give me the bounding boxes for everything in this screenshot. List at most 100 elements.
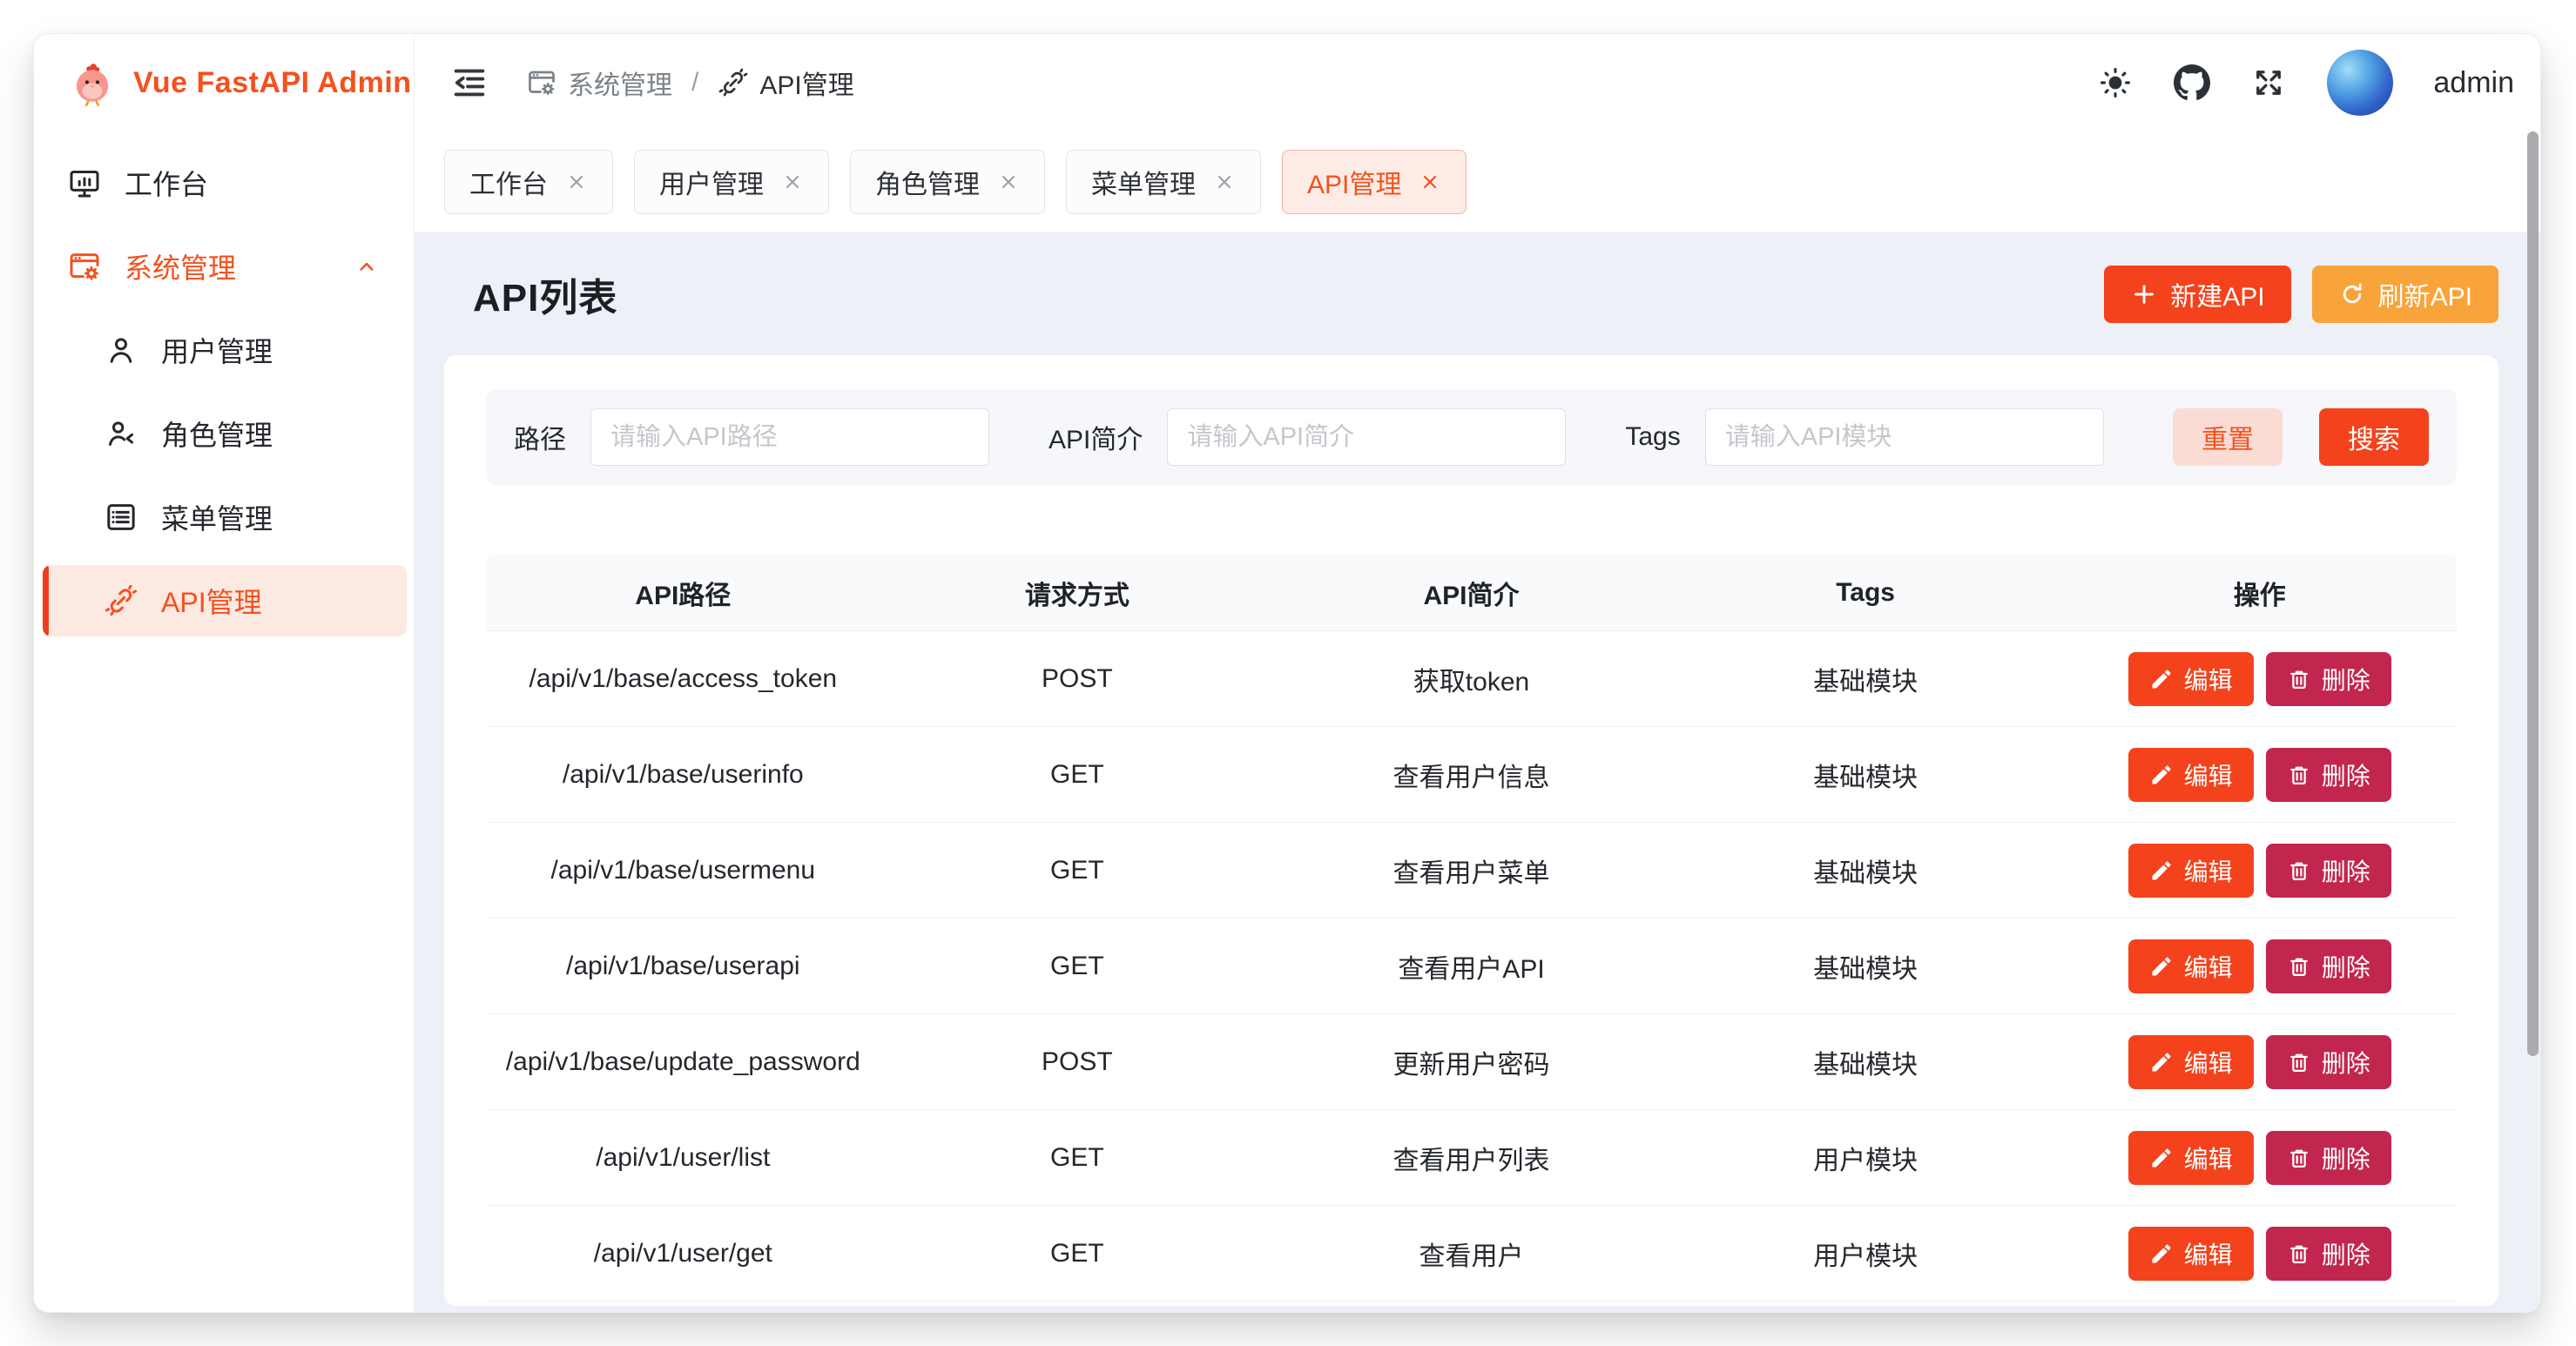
fullscreen-icon[interactable] — [2250, 64, 2287, 101]
logo-text: Vue FastAPI Admin — [133, 66, 412, 100]
pencil-icon — [2149, 1242, 2174, 1266]
trash-icon — [2287, 858, 2311, 883]
close-icon[interactable] — [1213, 171, 1236, 193]
cell-actions: 编辑 删除 — [2062, 748, 2457, 802]
pencil-icon — [2149, 954, 2174, 979]
tags-label: Tags — [1625, 422, 1680, 452]
tags-input[interactable] — [1705, 408, 2104, 466]
tab-menus[interactable]: 菜单管理 — [1066, 150, 1261, 214]
pencil-icon — [2149, 763, 2174, 787]
cell-path: /api/v1/base/userinfo — [486, 760, 880, 790]
cell-summary: 查看用户信息 — [1274, 756, 1669, 794]
cell-summary: 查看用户 — [1274, 1235, 1669, 1273]
sidebar-item-roles[interactable]: 角色管理 — [43, 398, 407, 469]
cell-actions: 编辑 删除 — [2062, 1035, 2457, 1089]
refresh-api-button[interactable]: 刷新API — [2312, 266, 2498, 323]
breadcrumb: 系统管理 / API管理 — [526, 64, 854, 102]
delete-button[interactable]: 删除 — [2266, 1035, 2391, 1089]
refresh-icon — [2338, 280, 2366, 308]
breadcrumb-item-system[interactable]: 系统管理 — [526, 64, 672, 102]
edit-button[interactable]: 编辑 — [2128, 1035, 2254, 1089]
app-window: Vue FastAPI Admin 工作台 系统管理 用户管理 角色管理 — [33, 33, 2541, 1313]
delete-button[interactable]: 删除 — [2266, 1131, 2391, 1185]
path-input[interactable] — [590, 408, 989, 466]
main-area: 系统管理 / API管理 admin 工作台 — [415, 34, 2540, 1312]
path-label: 路径 — [514, 418, 566, 456]
tab-users[interactable]: 用户管理 — [634, 150, 829, 214]
reset-button[interactable]: 重置 — [2173, 408, 2283, 466]
cell-path: /api/v1/user/get — [486, 1239, 880, 1269]
cell-summary: 更新用户密码 — [1274, 1043, 1669, 1081]
trash-icon — [2287, 1050, 2311, 1074]
user-icon — [104, 333, 138, 367]
api-plug-icon — [718, 67, 749, 98]
pencil-icon — [2149, 858, 2174, 883]
logo[interactable]: Vue FastAPI Admin — [34, 34, 414, 131]
table-row: /api/v1/user/list GET 查看用户列表 用户模块 编辑 删除 — [486, 1110, 2457, 1206]
topbar-actions: admin — [2097, 50, 2514, 116]
topbar: 系统管理 / API管理 admin — [415, 34, 2540, 131]
trash-icon — [2287, 763, 2311, 787]
create-api-button[interactable]: 新建API — [2104, 266, 2290, 323]
scrollbar[interactable] — [2527, 131, 2539, 1056]
cell-summary: 查看用户API — [1274, 947, 1669, 986]
cell-method: POST — [880, 664, 1275, 694]
cell-actions: 编辑 删除 — [2062, 1227, 2457, 1281]
sidebar-item-api[interactable]: API管理 — [43, 565, 407, 636]
edit-button[interactable]: 编辑 — [2128, 939, 2254, 993]
delete-button[interactable]: 删除 — [2266, 748, 2391, 802]
cell-tags: 基础模块 — [1669, 947, 2063, 986]
summary-label: API简介 — [1049, 418, 1143, 456]
delete-button[interactable]: 删除 — [2266, 652, 2391, 706]
monitor-icon — [67, 165, 102, 200]
page-actions: 新建API 刷新API — [2104, 266, 2498, 323]
tab-workbench[interactable]: 工作台 — [444, 150, 613, 214]
collapse-sidebar-icon[interactable] — [449, 63, 489, 103]
edit-button[interactable]: 编辑 — [2128, 844, 2254, 898]
cell-method: GET — [880, 952, 1275, 981]
edit-button[interactable]: 编辑 — [2128, 748, 2254, 802]
sidebar-item-label: 系统管理 — [125, 246, 236, 286]
filter-summary: API简介 — [1049, 408, 1566, 466]
close-icon[interactable] — [781, 171, 804, 193]
sidebar-item-users[interactable]: 用户管理 — [43, 314, 407, 386]
close-icon[interactable] — [997, 171, 1020, 193]
username[interactable]: admin — [2433, 66, 2514, 100]
sidebar-item-menus[interactable]: 菜单管理 — [43, 481, 407, 553]
cell-summary: 查看用户列表 — [1274, 1139, 1669, 1177]
filter-tags: Tags — [1625, 408, 2103, 466]
sidebar-item-label: 角色管理 — [161, 414, 273, 454]
filter-path: 路径 — [514, 408, 989, 466]
delete-button[interactable]: 删除 — [2266, 939, 2391, 993]
pencil-icon — [2149, 1146, 2174, 1170]
delete-button[interactable]: 删除 — [2266, 844, 2391, 898]
tab-roles[interactable]: 角色管理 — [850, 150, 1045, 214]
sidebar-item-label: 菜单管理 — [161, 497, 273, 537]
search-button[interactable]: 搜索 — [2319, 408, 2429, 466]
breadcrumb-item-api[interactable]: API管理 — [718, 64, 853, 102]
edit-button[interactable]: 编辑 — [2128, 1227, 2254, 1281]
close-icon[interactable] — [565, 171, 588, 193]
avatar[interactable] — [2327, 50, 2393, 116]
table-row: /api/v1/base/userinfo GET 查看用户信息 基础模块 编辑 — [486, 727, 2457, 823]
cell-path: /api/v1/base/access_token — [486, 664, 880, 694]
cell-path: /api/v1/base/update_password — [486, 1047, 880, 1077]
table-row: /api/v1/base/update_password POST 更新用户密码… — [486, 1014, 2457, 1110]
api-table: API路径 请求方式 API简介 Tags 操作 /api/v1/base/ac… — [486, 555, 2457, 1302]
table-row: /api/v1/base/userapi GET 查看用户API 基础模块 编辑 — [486, 919, 2457, 1014]
page-header: API列表 新建API 刷新API — [444, 233, 2498, 355]
cell-actions: 编辑 删除 — [2062, 939, 2457, 993]
plus-icon — [2130, 280, 2158, 308]
edit-button[interactable]: 编辑 — [2128, 652, 2254, 706]
trash-icon — [2287, 954, 2311, 979]
sidebar-item-workbench[interactable]: 工作台 — [43, 147, 407, 219]
close-icon[interactable] — [1419, 171, 1441, 193]
edit-button[interactable]: 编辑 — [2128, 1131, 2254, 1185]
theme-sun-icon[interactable] — [2097, 64, 2134, 101]
summary-input[interactable] — [1167, 408, 1566, 466]
sidebar-item-system[interactable]: 系统管理 — [43, 231, 407, 302]
github-icon[interactable] — [2174, 64, 2210, 101]
delete-button[interactable]: 删除 — [2266, 1227, 2391, 1281]
tab-api[interactable]: API管理 — [1282, 150, 1467, 214]
cell-method: POST — [880, 1047, 1275, 1077]
